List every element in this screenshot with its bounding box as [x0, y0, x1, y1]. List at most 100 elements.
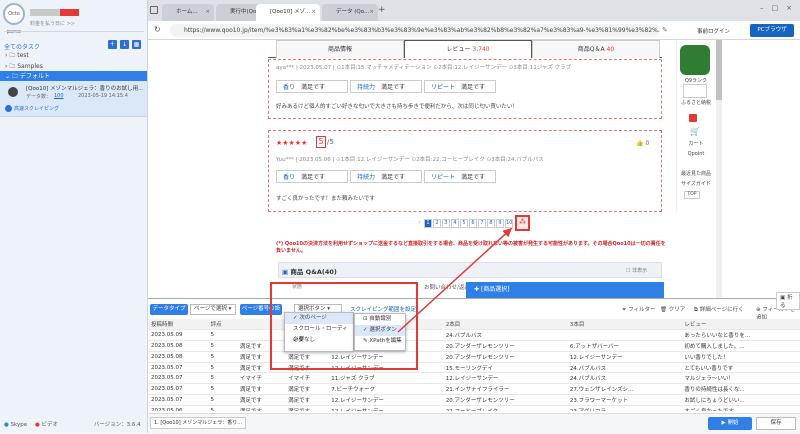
product-select-banner[interactable]: ✚ [商品選択] [466, 282, 664, 298]
skype-link[interactable]: Skype [11, 422, 28, 428]
version-label: バージョン：3.6.4 [93, 422, 141, 428]
q9-rank-icon[interactable] [680, 45, 710, 75]
table-cell: 23.アグリコラ [566, 405, 682, 411]
page-select-dropdown[interactable]: ページで選択 ▾ [190, 304, 236, 315]
like-button[interactable]: 👍 0 [636, 140, 649, 147]
close-icon[interactable]: × [311, 4, 316, 21]
tab-menu-icon[interactable] [150, 6, 158, 14]
menu-item-select-button[interactable]: ✓ 選択ボタン [355, 325, 405, 336]
sidebar-item-cart[interactable]: カート [676, 140, 716, 147]
rating-scent: 香り 満足です [276, 80, 348, 93]
close-icon[interactable]: × [369, 4, 374, 21]
sidebar-item-top[interactable]: TOP [684, 191, 700, 199]
tree-item-test[interactable]: › 🗀 test [0, 50, 147, 61]
page-number-button[interactable]: 6 [469, 219, 477, 228]
table-row[interactable]: 2023.05.085満足です満足です12.レイジーサンデー20.アンダーザレモ… [148, 340, 800, 352]
sidebar-item-size[interactable]: サイズガイド [676, 180, 716, 187]
page-number-button[interactable]: 9 [496, 219, 504, 228]
page-number-button[interactable]: 1 [424, 219, 432, 228]
video-link[interactable]: ビデオ [42, 422, 59, 428]
pc-browser-button[interactable]: PCブラウザ [750, 24, 794, 37]
close-icon[interactable]: × [205, 4, 210, 21]
page-number-button[interactable]: 10 [505, 219, 513, 228]
furusato-icon[interactable] [683, 84, 707, 98]
save-button[interactable]: 保存 [756, 417, 796, 430]
task-card[interactable]: [Qoo10] メゾンマルジェラ：香りのお試し用... データ数： 100 20… [0, 81, 147, 117]
table-row[interactable]: 2023.05.085満足です満足です12.レイジーサンデー20.アンダーザレモ… [148, 351, 800, 363]
table-row[interactable]: 2023.05.095満足です27.ウェンザレインズシ...24.バブルバスあっ… [148, 329, 800, 342]
column-header[interactable]: 3本目 [566, 319, 682, 331]
filter-button[interactable]: ⏷ フィルター [622, 305, 656, 314]
video-icon[interactable]: ● [35, 422, 40, 428]
plan-link[interactable]: 料金を払う日に >> [30, 20, 75, 27]
tab-home[interactable]: ホーム... × [162, 4, 214, 21]
menu-item-none[interactable]: 必要なし [285, 335, 353, 346]
sidebar-item-q9[interactable]: Q9ランク [676, 77, 716, 84]
next-page-button[interactable]: ⁂ [515, 215, 530, 231]
data-count[interactable]: 100 [54, 93, 64, 99]
tab-product-info[interactable]: 商品情報 [276, 40, 404, 58]
tab-label: 商品Q＆A [577, 46, 605, 53]
menu-item-auto[interactable]: ⊡ 自動識別 [355, 314, 405, 325]
data-type-button[interactable]: データタイプ [150, 304, 188, 315]
table-header: 投稿時間評点リピート1本目2本目3本目レビュー [148, 319, 800, 331]
new-tab-icon[interactable]: + [378, 5, 386, 15]
page-number-button[interactable]: 2 [433, 219, 441, 228]
cart-icon[interactable]: 🛒 [690, 127, 700, 136]
like-count: 0 [645, 140, 650, 147]
skype-icon[interactable]: ● [4, 422, 9, 428]
task-tab[interactable]: 1. [Qoo10] メゾンマルジェラ：香り... [150, 417, 246, 429]
table-cell: 満足です [236, 394, 280, 406]
table-cell: 5 [207, 340, 232, 352]
tab-data[interactable]: データ (Qo... × [322, 4, 378, 21]
gift-icon[interactable] [689, 114, 697, 122]
collapse-button[interactable]: ▣ 折る [776, 292, 800, 310]
pre-login-link[interactable]: 事前ログイン [697, 27, 730, 35]
sidebar-item-recent[interactable]: 最近見た商品 [676, 170, 716, 177]
prev-page-icon[interactable]: ‹ [418, 219, 420, 226]
column-header[interactable]: レビュー [681, 319, 800, 331]
grid-icon[interactable]: ▦ [132, 40, 141, 49]
table-row[interactable]: 2023.05.065満足です満足です12.レイジーサンデー22.コーヒーブレイ… [148, 405, 800, 411]
sidebar-item-qpoint[interactable]: Qpoint [676, 151, 716, 157]
page-number-button[interactable]: 4 [451, 219, 459, 228]
menu-item-xpath[interactable]: ✎ XPathを編集 [355, 336, 405, 347]
new-task-icon[interactable]: ＋ [108, 40, 117, 49]
url-field[interactable]: https://www.qoo10.jp/item/%e3%83%a1%e3%8… [170, 24, 660, 37]
table-row[interactable]: 2023.05.07 5 満足です 満足です 7.ビーチウォーク 21.インサナイフライラ… [148, 383, 800, 396]
column-header[interactable]: 評点 [207, 319, 232, 331]
tab-label: ホーム... [176, 9, 198, 15]
rating-scent: 香り 満足です [276, 170, 348, 183]
column-header[interactable]: 2本目 [442, 319, 567, 331]
page-number-button[interactable]: 8 [487, 219, 495, 228]
clear-button[interactable]: 🗑 クリア [660, 305, 685, 313]
table-row[interactable]: 2023.05.07 5 満足です 満足です 12.レイジーサンデー 15.モーリングデイ… [148, 362, 800, 374]
page-number-button[interactable]: 5 [460, 219, 468, 228]
tab-reviews[interactable]: レビュー 3,740 [404, 40, 532, 58]
detail-link-button[interactable]: ⧉ 詳細ページに行く [694, 305, 744, 314]
review-out-of: /5 [327, 138, 334, 146]
qa-inquiry[interactable]: お問い合わせ/返品 [424, 283, 470, 291]
tab-qoo10[interactable]: [Qoo10] メゾ... × [256, 4, 320, 21]
edit-url-icon[interactable]: ✎ [662, 26, 668, 34]
refresh-icon[interactable]: ↻ [154, 25, 161, 34]
column-header[interactable]: 投稿時間 [148, 319, 208, 331]
qa-private-label: 非表示 [632, 268, 648, 274]
table-cell: 香りの持続性は長くな... [681, 383, 800, 396]
page-number-button[interactable]: 3 [442, 219, 450, 228]
table-row[interactable]: 2023.05.07 5 イマイチ イマイチ 11.ジャズ クラブ 12.レイジーサンデー… [148, 372, 800, 385]
table-row[interactable]: 2023.05.07 5 満足です 満足です 12.レイジーサンデー 20.アンダーザレモ… [148, 394, 800, 406]
sidebar-item-furusato[interactable]: ふるさと納税 [676, 99, 716, 106]
tab-qa[interactable]: 商品Q＆A 40 [532, 40, 660, 58]
table-cell: 20.アンダーザレモンツリー [442, 340, 567, 352]
scroll-thumb[interactable] [716, 40, 722, 100]
page-number-button[interactable]: 7 [478, 219, 486, 228]
left-footer: ● Skype ● ビデオ バージョン：3.6.4 [0, 418, 148, 433]
menu-item-next-page[interactable]: ✓ 次のページ [285, 313, 353, 324]
window-controls[interactable]: –□× [760, 4, 800, 12]
import-icon[interactable]: ↓ [120, 40, 129, 49]
table-cell: 5 [207, 405, 232, 411]
table-cell: 24.バブルバス [566, 362, 682, 374]
start-button[interactable]: ▶ 開始 [708, 417, 752, 430]
menu-item-scroll[interactable]: スクロール・ローディング [285, 324, 353, 343]
